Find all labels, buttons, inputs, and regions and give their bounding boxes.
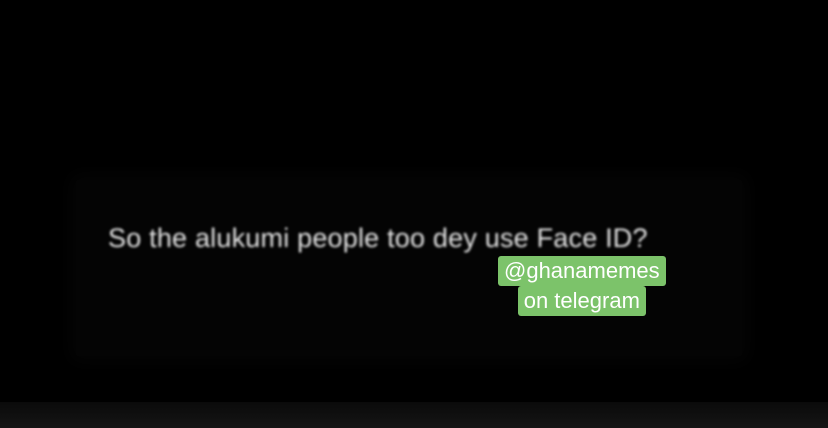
bottom-edge (0, 402, 828, 428)
watermark-handle: @ghanamemes (498, 256, 666, 286)
watermark-platform: on telegram (517, 286, 646, 316)
watermark-sticker: @ghanamemes on telegram (498, 256, 666, 316)
caption-text: So the alukumi people too dey use Face I… (108, 223, 648, 253)
video-frame: So the alukumi people too dey use Face I… (0, 0, 828, 428)
